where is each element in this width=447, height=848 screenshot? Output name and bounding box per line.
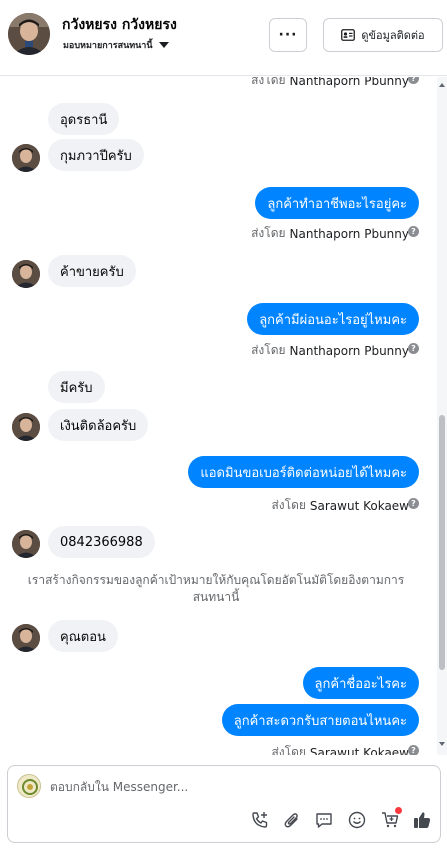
reply-composer	[7, 765, 441, 843]
assign-conversation-dropdown[interactable]: มอบหมายการสนทนานี้	[63, 38, 169, 52]
sent-by-line: ส่งโดย Sarawut Kokaew	[271, 496, 409, 515]
question-icon[interactable]: ?	[408, 77, 419, 84]
assign-conversation-label: มอบหมายการสนทนานี้	[63, 41, 153, 51]
page-avatar	[17, 774, 41, 798]
contact-avatar-small[interactable]	[12, 530, 40, 558]
like-icon[interactable]	[410, 808, 434, 832]
contact-avatar-small[interactable]	[12, 260, 40, 288]
notification-dot	[395, 807, 402, 814]
incoming-message[interactable]: ค้าขายครับ	[48, 255, 136, 287]
sender-name: Sarawut Kokaew	[309, 745, 409, 756]
sent-by-label: ส่งโดย	[251, 226, 286, 240]
contact-name: กวังหยรง กวังหยรง	[62, 17, 177, 33]
message-thread[interactable]: ส่งโดย Nanthaporn Pbunny ? อุดรธานี กุมภ…	[0, 77, 447, 755]
system-notice: เราสร้างกิจกรรมของลูกค้าเป้าหมายให้กับคุ…	[27, 573, 405, 604]
scrollbar-thumb[interactable]	[439, 415, 445, 670]
question-icon[interactable]: ?	[408, 343, 419, 354]
incoming-message[interactable]: เงินติดล้อครับ	[48, 409, 149, 441]
incoming-message[interactable]: กุมภวาปีครับ	[48, 139, 144, 171]
scroll-up-arrow-icon[interactable]	[439, 83, 445, 87]
view-contact-info-label: ดูข้อมูลติดต่อ	[361, 29, 425, 42]
incoming-message[interactable]: คุณตอน	[48, 620, 118, 652]
contact-avatar-small[interactable]	[12, 624, 40, 652]
reply-input[interactable]	[50, 776, 420, 798]
sent-by-label: ส่งโดย	[271, 745, 306, 755]
question-icon[interactable]: ?	[408, 498, 419, 509]
conversation-header: กวังหยรง กวังหยรง มอบหมายการสนทนานี้ ···…	[0, 0, 447, 76]
sent-by-line: ส่งโดย Sarawut Kokaew	[271, 743, 409, 755]
more-dots-icon: ···	[278, 27, 298, 43]
sent-by-label: ส่งโดย	[251, 77, 286, 87]
saved-replies-icon[interactable]	[312, 808, 336, 832]
question-icon[interactable]: ?	[408, 745, 419, 755]
sent-by-line: ส่งโดย Nanthaporn Pbunny	[251, 77, 409, 90]
caret-down-icon	[158, 42, 169, 48]
contact-avatar[interactable]	[8, 13, 50, 55]
emoji-icon[interactable]	[345, 808, 369, 832]
sender-name: Nanthaporn Pbunny	[289, 77, 409, 88]
sender-name: Nanthaporn Pbunny	[289, 226, 409, 241]
sent-by-label: ส่งโดย	[271, 498, 306, 512]
contact-avatar-small[interactable]	[12, 413, 40, 441]
sent-by-label: ส่งโดย	[251, 343, 286, 357]
scroll-down-arrow-icon[interactable]	[439, 742, 445, 746]
more-options-button[interactable]: ···	[269, 18, 307, 52]
outgoing-message[interactable]: ลูกค้าชื่ออะไรคะ	[302, 667, 419, 699]
sent-by-line: ส่งโดย Nanthaporn Pbunny	[251, 341, 409, 360]
view-contact-info-button[interactable]: ดูข้อมูลติดต่อ	[323, 18, 443, 52]
outgoing-message[interactable]: ลูกค้ามีผ่อนอะไรอยู่ไหมคะ	[247, 303, 419, 335]
add-to-cart-icon[interactable]	[378, 807, 402, 832]
question-icon[interactable]: ?	[408, 226, 419, 237]
sender-name: Sarawut Kokaew	[309, 498, 409, 513]
add-call-icon[interactable]	[248, 808, 272, 832]
incoming-message[interactable]: มีครับ	[48, 371, 105, 403]
incoming-message[interactable]: 0842366988	[48, 526, 155, 558]
outgoing-message[interactable]: ลูกค้าสะดวกรับสายตอนไหนคะ	[221, 704, 419, 736]
sent-by-line: ส่งโดย Nanthaporn Pbunny	[251, 224, 409, 243]
incoming-message[interactable]: อุดรธานี	[48, 103, 120, 135]
contact-avatar-small[interactable]	[12, 144, 40, 172]
attachment-icon[interactable]	[280, 808, 304, 832]
outgoing-message[interactable]: ลูกค้าทำอาชีพอะไรอยู่คะ	[255, 187, 419, 219]
outgoing-message[interactable]: แอดมินขอเบอร์ติดต่อหน่อยได้ไหมคะ	[188, 456, 419, 488]
contact-card-icon	[341, 29, 356, 41]
sender-name: Nanthaporn Pbunny	[289, 343, 409, 358]
